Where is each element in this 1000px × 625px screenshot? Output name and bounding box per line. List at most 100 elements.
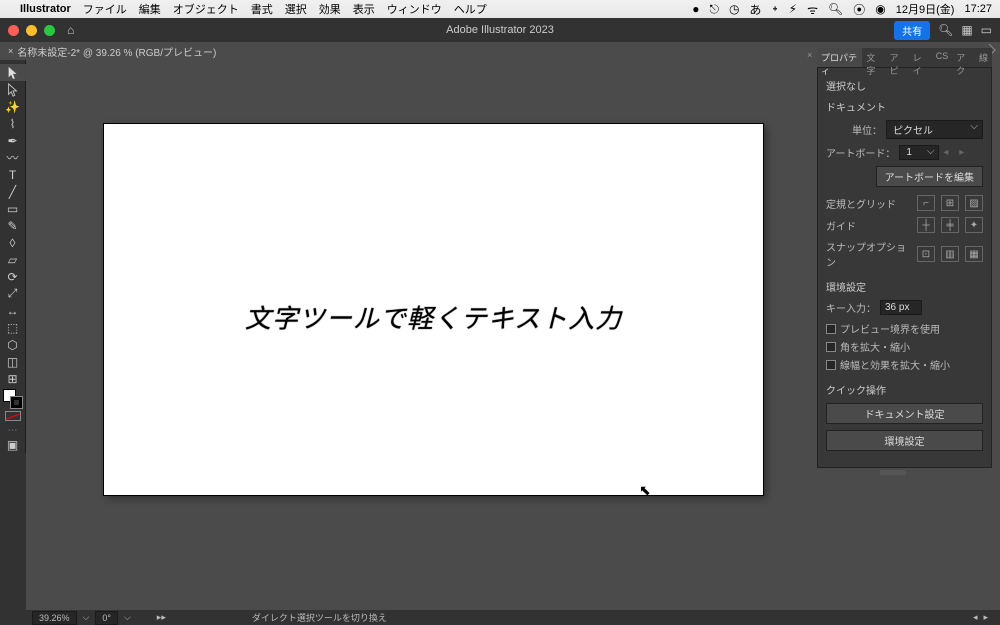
rectangle-tool[interactable]: ▭ — [0, 200, 26, 217]
clock-icon: ◷ — [729, 2, 739, 16]
control-center-icon[interactable]: ⦿ — [853, 1, 865, 18]
edit-artboard-button[interactable]: アートボードを編集 — [876, 166, 983, 187]
unit-dropdown[interactable]: ピクセル — [886, 120, 983, 139]
scale-tool[interactable]: ⤢ — [0, 285, 26, 302]
curvature-tool[interactable]: 〰 — [0, 149, 26, 166]
transparency-grid-icon[interactable]: ▨ — [965, 195, 983, 211]
smart-guide-icon[interactable]: ✦ — [965, 217, 983, 233]
selection-tool[interactable] — [0, 64, 26, 81]
snap-point-icon[interactable]: ⊡ — [917, 246, 935, 262]
artboard-nav-icon[interactable]: ◂ ▸ — [943, 147, 968, 158]
pen-tool[interactable]: ✒ — [0, 132, 26, 149]
type-tool[interactable]: T — [0, 166, 26, 183]
preferences-button[interactable]: 環境設定 — [826, 430, 983, 451]
fill-stroke-swatch[interactable] — [3, 389, 23, 409]
stroke-color-icon[interactable] — [10, 396, 23, 409]
guide-lock-icon[interactable]: ╪ — [941, 217, 959, 233]
tab-character[interactable]: 文字 — [862, 48, 885, 67]
tab-actions[interactable]: アク — [952, 48, 975, 67]
artboard[interactable]: 文字ツールで軽くテキスト入力 ⬉ — [104, 124, 763, 495]
grid-icon[interactable]: ⊞ — [941, 195, 959, 211]
document-tab[interactable]: × 名称未設定-2* @ 39.26 % (RGB/プレビュー) — [8, 44, 216, 59]
menu-view[interactable]: 表示 — [353, 1, 375, 17]
artboard-dropdown[interactable]: 1 — [899, 145, 939, 160]
status-hint: ダイレクト選択ツールを切り換え — [252, 611, 387, 624]
status-nav-left-icon[interactable]: ◂ — [973, 612, 978, 623]
perspective-tool[interactable]: ◫ — [0, 353, 26, 370]
menu-edit[interactable]: 編集 — [139, 1, 161, 17]
mesh-tool[interactable]: ⊞ — [0, 370, 26, 387]
lasso-tool[interactable]: ⌇ — [0, 115, 26, 132]
direct-selection-tool[interactable] — [0, 81, 26, 98]
tab-appearance[interactable]: アピ — [885, 48, 908, 67]
no-color-icon[interactable] — [5, 411, 21, 421]
panel-tabstrip: × プロパティ 文字 アピ レイ CS アク 線 — [817, 48, 992, 68]
arrange-icon[interactable]: ▦ — [961, 23, 972, 37]
tab-cs[interactable]: CS — [932, 48, 953, 67]
spotlight-icon[interactable]: 🔍︎ — [828, 2, 843, 16]
minimize-window-button[interactable] — [26, 25, 37, 36]
menu-type[interactable]: 書式 — [251, 1, 273, 17]
fullscreen-window-button[interactable] — [44, 25, 55, 36]
toolbar: ✨ ⌇ ✒ 〰 T ╱ ▭ ✎ ◊ ▱ ⟳ ⤢ ↔ ⬚ ⬡ ◫ ⊞ ⋯ ▣ — [0, 60, 26, 453]
document-setup-button[interactable]: ドキュメント設定 — [826, 403, 983, 424]
shaper-tool[interactable]: ◊ — [0, 234, 26, 251]
zoom-dropdown[interactable]: 39.26% — [32, 611, 77, 625]
menu-file[interactable]: ファイル — [83, 1, 127, 17]
line-tool[interactable]: ╱ — [0, 183, 26, 200]
app-name[interactable]: Illustrator — [20, 3, 71, 15]
chk-scale-strokes[interactable] — [826, 360, 836, 370]
siri-icon[interactable]: ◉ — [875, 2, 885, 16]
paintbrush-tool[interactable]: ✎ — [0, 217, 26, 234]
menubar-time[interactable]: 17:27 — [964, 3, 992, 15]
key-input-field[interactable] — [880, 300, 922, 315]
close-tab-icon[interactable]: × — [8, 46, 13, 56]
wifi-icon[interactable]: ᯤ — [807, 1, 818, 18]
share-button[interactable]: 共有 — [894, 21, 930, 40]
screen-mode-icon[interactable]: ▣ — [0, 436, 26, 453]
free-transform-tool[interactable]: ⬚ — [0, 319, 26, 336]
width-tool[interactable]: ↔ — [0, 302, 26, 319]
rotate-tool[interactable]: ⟳ — [0, 268, 26, 285]
menu-help[interactable]: ヘルプ — [454, 1, 487, 17]
canvas-text-object[interactable]: 文字ツールで軽くテキスト入力 — [245, 298, 622, 335]
menu-select[interactable]: 選択 — [285, 1, 307, 17]
status-nav-right-icon[interactable]: ▸ — [983, 612, 988, 623]
properties-panel: × プロパティ 文字 アピ レイ CS アク 線 選択なし ドキュメント 単位：… — [817, 48, 992, 468]
zoom-chevron-icon[interactable]: ⌵ — [83, 612, 90, 623]
menu-window[interactable]: ウィンドウ — [387, 1, 442, 17]
artboard-nav-prev-icon[interactable]: ▸▸ — [157, 612, 166, 623]
input-icon[interactable]: あ — [749, 1, 761, 18]
chk-preview-bounds[interactable] — [826, 324, 836, 334]
status-dot-icon: ● — [692, 2, 699, 16]
tab-stroke[interactable]: 線 — [975, 48, 992, 67]
menu-object[interactable]: オブジェクト — [173, 1, 239, 17]
search-icon[interactable]: 🔍︎ — [938, 23, 953, 37]
rotation-chevron-icon[interactable]: ⌵ — [124, 612, 131, 623]
panel-grab-handle[interactable] — [880, 470, 906, 475]
snap-pixel-icon[interactable]: ▦ — [965, 246, 983, 262]
eraser-tool[interactable]: ▱ — [0, 251, 26, 268]
menubar-date[interactable]: 12月9日(金) — [896, 1, 955, 17]
toolbar-more-icon[interactable]: ⋯ — [8, 425, 18, 436]
bluetooth-icon[interactable]: ᛭ — [771, 2, 778, 16]
workspace-icon[interactable]: ▭ — [981, 23, 992, 37]
tab-layers[interactable]: レイ — [909, 48, 932, 67]
menu-effect[interactable]: 効果 — [319, 1, 341, 17]
home-icon[interactable]: ⌂ — [67, 23, 74, 37]
ruler-icon[interactable]: ⌐ — [917, 195, 935, 211]
rotation-dropdown[interactable]: 0° — [95, 611, 118, 625]
shape-builder-tool[interactable]: ⬡ — [0, 336, 26, 353]
snap-grid-icon[interactable]: ▥ — [941, 246, 959, 262]
magic-wand-tool[interactable]: ✨ — [0, 98, 26, 115]
close-window-button[interactable] — [8, 25, 19, 36]
battery-icon[interactable]: ⚡︎ — [789, 2, 797, 16]
selection-status: 選択なし — [826, 78, 983, 93]
key-input-label: キー入力： — [826, 300, 876, 315]
ruler-grid-label: 定規とグリッド — [826, 196, 896, 211]
chk-preview-bounds-label: プレビュー境界を使用 — [840, 321, 940, 336]
tab-properties[interactable]: プロパティ — [817, 48, 862, 67]
chk-scale-corners[interactable] — [826, 342, 836, 352]
panel-collapse-icon[interactable]: × — [807, 50, 812, 60]
guide-visibility-icon[interactable]: ┼ — [917, 217, 935, 233]
